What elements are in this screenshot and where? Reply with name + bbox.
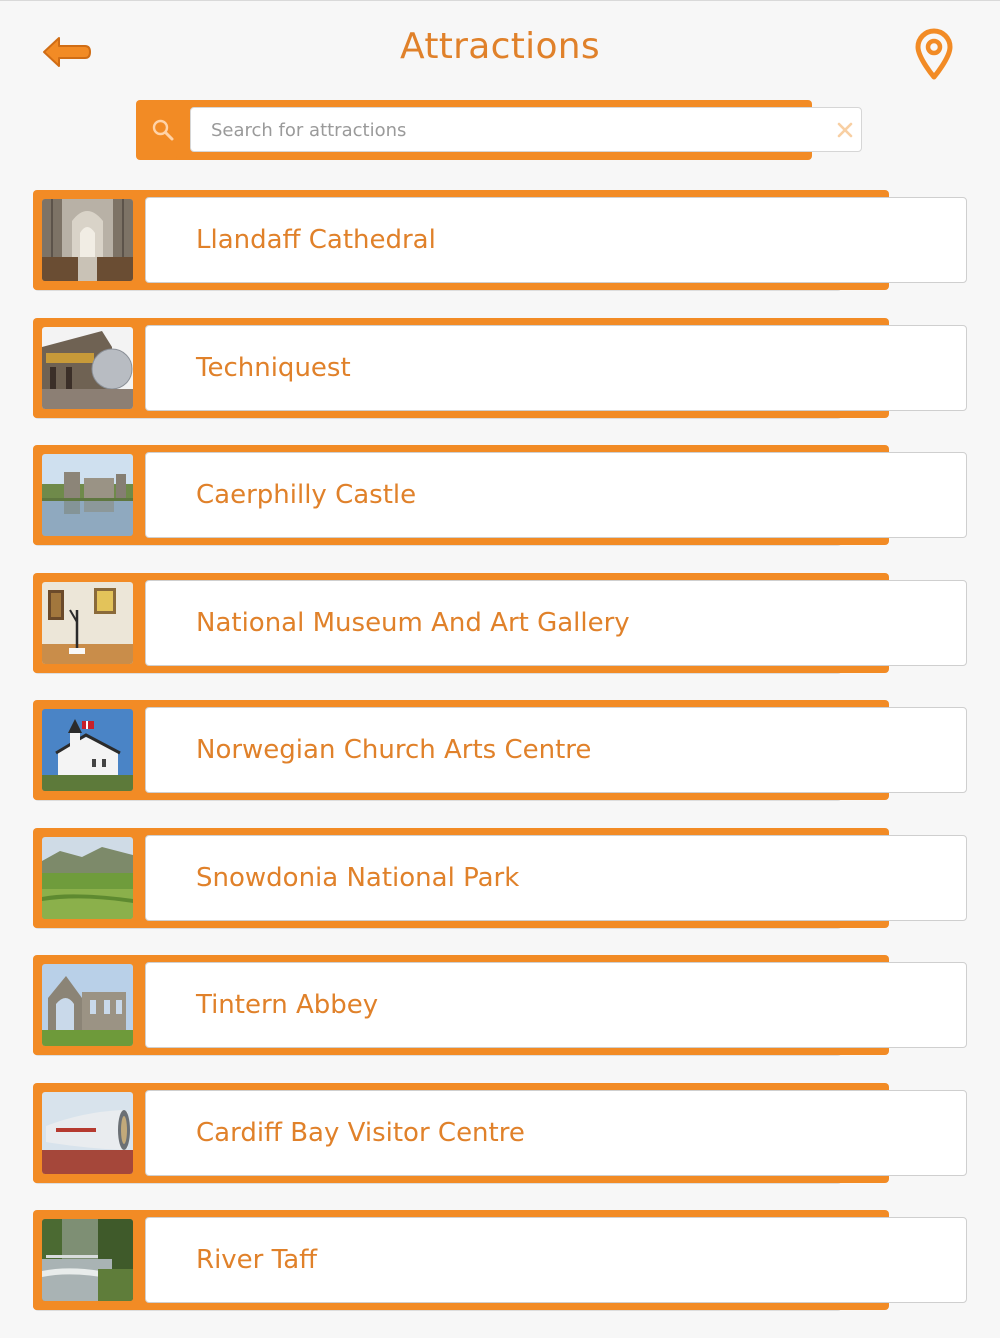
attraction-thumbnail: [42, 454, 133, 536]
attraction-item[interactable]: Snowdonia National Park: [33, 827, 967, 930]
card-label-panel: Techniquest: [145, 324, 967, 411]
search-icon: [152, 119, 174, 141]
card-label-panel: Llandaff Cathedral: [145, 197, 967, 283]
attraction-name: Caerphilly Castle: [196, 480, 417, 510]
attraction-thumbnail: [42, 326, 133, 409]
attraction-name: National Museum And Art Gallery: [196, 607, 630, 638]
attraction-item[interactable]: Llandaff Cathedral: [33, 190, 967, 292]
card-backing-bottom: [33, 1174, 843, 1183]
attraction-thumbnail: [42, 581, 133, 664]
attraction-name: Cardiff Bay Visitor Centre: [196, 1117, 525, 1148]
card-label-panel: Norwegian Church Arts Centre: [145, 707, 967, 793]
attraction-thumbnail: [42, 1091, 133, 1174]
card-label-panel: Snowdonia National Park: [145, 834, 967, 921]
search-bar-backing-tail: [176, 152, 780, 160]
card-label-panel: National Museum And Art Gallery: [145, 579, 967, 666]
attraction-item[interactable]: Techniquest: [33, 317, 967, 420]
attraction-item[interactable]: Norwegian Church Arts Centre: [33, 700, 967, 802]
card-backing-bottom: [33, 664, 843, 673]
card-backing-bottom: [33, 1302, 843, 1310]
card-backing-bottom: [33, 537, 843, 545]
card-backing-bottom: [33, 792, 843, 800]
card-backing-bottom: [33, 919, 843, 928]
attractions-list: Llandaff Cathedral Techniquest Caerphill…: [0, 190, 1000, 1338]
card-label-panel: Cardiff Bay Visitor Centre: [145, 1089, 967, 1176]
search-input[interactable]: [209, 108, 813, 153]
page-title: Attractions: [400, 26, 600, 67]
card-backing-bottom: [33, 409, 843, 418]
card-label-panel: Caerphilly Castle: [145, 452, 967, 538]
attraction-item[interactable]: Caerphilly Castle: [33, 445, 967, 547]
attraction-name: River Taff: [196, 1245, 318, 1275]
attraction-thumbnail: [42, 709, 133, 791]
card-backing-bottom: [33, 1047, 843, 1055]
attraction-thumbnail: [42, 836, 133, 919]
attraction-name: Llandaff Cathedral: [196, 225, 436, 255]
attraction-item[interactable]: River Taff: [33, 1210, 967, 1312]
card-label-panel: River Taff: [145, 1217, 967, 1303]
attraction-item[interactable]: Tintern Abbey: [33, 955, 967, 1057]
attraction-name: Tintern Abbey: [196, 990, 379, 1020]
attraction-name: Norwegian Church Arts Centre: [196, 735, 592, 765]
search-button[interactable]: [136, 100, 190, 160]
search-field: [190, 107, 862, 153]
clear-search-button[interactable]: [829, 108, 861, 151]
card-label-panel: Tintern Abbey: [145, 962, 967, 1048]
map-pin-icon: [915, 28, 953, 80]
attraction-item[interactable]: National Museum And Art Gallery: [33, 572, 967, 675]
attraction-name: Techniquest: [196, 352, 351, 383]
attraction-name: Snowdonia National Park: [196, 862, 520, 893]
attraction-thumbnail: [42, 964, 133, 1046]
close-icon: [837, 122, 853, 137]
card-backing-bottom: [33, 282, 843, 290]
attraction-thumbnail: [42, 199, 133, 281]
search-bar: [136, 100, 864, 162]
attraction-item[interactable]: Cardiff Bay Visitor Centre: [33, 1082, 967, 1185]
header-bar: Attractions: [0, 0, 1000, 100]
attraction-thumbnail: [42, 1219, 133, 1301]
location-button[interactable]: [908, 24, 960, 84]
